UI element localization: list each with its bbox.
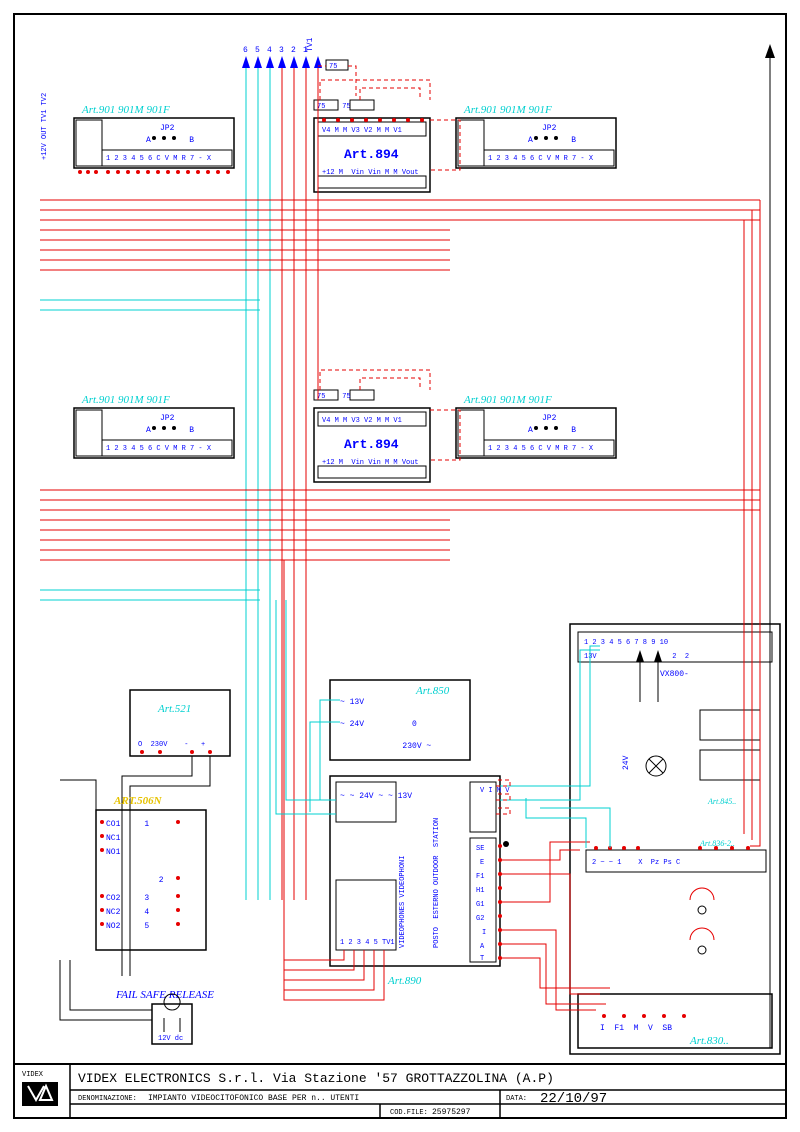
svg-text:Art.830..: Art.830..	[689, 1035, 729, 1047]
schematic-canvas: 6 5 4 3 2 1 TV1 75 Art.901 901M 901F +12…	[0, 0, 800, 1132]
block-art890: Art.890 ~ ~ 24V ~ ~ 13V 1 2 3 4 5 TV1 VI…	[330, 776, 510, 987]
svg-text:I: I	[482, 929, 486, 937]
svg-text:Art.901 901M 901F: Art.901 901M 901F	[81, 394, 170, 406]
svg-text:12V dc: 12V dc	[158, 1035, 183, 1043]
svg-text:13V 2 2: 13V 2 2	[584, 653, 689, 661]
svg-text:Art.845..: Art.845..	[707, 797, 736, 806]
svg-text:2: 2	[106, 876, 164, 885]
svg-text:Art.521: Art.521	[157, 703, 191, 715]
svg-text:VX800-: VX800-	[660, 670, 689, 679]
cyan-wires-outdoor	[500, 646, 610, 848]
svg-text:VIDEOPHONES VIDEOPHONI: VIDEOPHONES VIDEOPHONI	[399, 856, 407, 948]
block-art506n: ART.506N CO1 1 NC1 NO1 2 CO2 3 NC2 4 NO2…	[96, 795, 206, 950]
svg-text:A: A	[480, 943, 485, 951]
svg-text:IMPIANTO VIDEOCITOFONICO BASE: IMPIANTO VIDEOCITOFONICO BASE PER n.. UT…	[148, 1094, 359, 1103]
svg-text:CO1 1: CO1 1	[106, 820, 149, 829]
top-bus: 6 5 4 3 2 1 TV1 75	[242, 37, 356, 96]
svg-text:CO2 3: CO2 3	[106, 894, 149, 903]
svg-text:T: T	[480, 955, 484, 963]
svg-text:1 2 3 4 5 6 C V M R 7 - X: 1 2 3 4 5 6 C V M R 7 - X	[488, 445, 594, 453]
svg-text:E: E	[480, 859, 484, 867]
svg-text:I F1 M V SB: I F1 M V SB	[600, 1024, 672, 1033]
block-videophone-4: Art.901 901M 901F JP2 A B 1 2 3 4 5 6 C …	[456, 394, 616, 458]
block-videophone-3: Art.901 901M 901F JP2 A B 1 2 3 4 5 6 C …	[74, 394, 234, 458]
svg-text:V4 M M V3 V2 M M V1: V4 M M V3 V2 M M V1	[322, 417, 402, 425]
bus-lbl-6: 6	[243, 46, 248, 55]
svg-text:VIDEX: VIDEX	[22, 1071, 44, 1079]
svg-text:O 230V - +: O 230V - +	[138, 741, 205, 749]
svg-text:1 2 3 4 5 TV1: 1 2 3 4 5 TV1	[340, 939, 395, 947]
svg-text:JP2: JP2	[542, 414, 557, 423]
block-videophone-2: Art.901 901M 901F JP2 A B 1 2 3 4 5 6 C …	[456, 104, 616, 168]
svg-text:+12V OUT TV1 TV2: +12V OUT TV1 TV2	[41, 93, 49, 160]
svg-text:G2: G2	[476, 915, 484, 923]
block-art894-top: 75 75 V4 M M V3 V2 M M V1 Art.894 +12 M …	[314, 100, 430, 192]
svg-text:~ 24V 0: ~ 24V 0	[340, 720, 417, 729]
bus-lbl-4: 4	[267, 46, 272, 55]
svg-text:JP2: JP2	[160, 414, 175, 423]
svg-text:V4 M M V3 V2 M M V1: V4 M M V3 V2 M M V1	[322, 127, 402, 135]
block-videophone-1: Art.901 901M 901F +12V OUT TV1 TV2 JP2 A…	[41, 93, 234, 174]
block-art894-bot: 75 75 V4 M M V3 V2 M M V1 Art.894 +12 M …	[314, 390, 430, 482]
svg-text:NC2 4: NC2 4	[106, 908, 149, 917]
svg-text:1 2 3 4 5 6 C V M R 7 - X: 1 2 3 4 5 6 C V M R 7 - X	[106, 445, 212, 453]
svg-text:25975297: 25975297	[432, 1108, 471, 1117]
svg-text:Art.901 901M 901F: Art.901 901M 901F	[81, 104, 170, 116]
svg-text:VIDEX ELECTRONICS S.r.l. Via S: VIDEX ELECTRONICS S.r.l. Via Stazione '5…	[78, 1071, 554, 1086]
svg-text:75 75: 75 75	[317, 103, 351, 111]
svg-text:Art.894: Art.894	[344, 147, 399, 162]
cyan-wires-top	[40, 300, 260, 310]
svg-text:G1: G1	[476, 901, 484, 909]
bus-lbl-5: 5	[255, 46, 260, 55]
svg-text:24V: 24V	[622, 755, 631, 770]
svg-text:F1: F1	[476, 873, 484, 881]
block-vx800: 1 2 3 4 5 6 7 8 9 10 VX800- 13V 2 2 24V …	[570, 624, 780, 1054]
bus-lbl-2: 2	[291, 46, 296, 55]
svg-text:Art.850: Art.850	[415, 685, 450, 697]
red-wires-top	[40, 200, 760, 270]
svg-text:75 75: 75 75	[317, 393, 351, 401]
bus-lbl-tv1: TV1	[306, 37, 315, 52]
cyan-wires-mid	[40, 590, 260, 600]
red-wires-outdoor	[500, 842, 610, 1010]
svg-text:~ ~ 24V ~ ~ 13V: ~ ~ 24V ~ ~ 13V	[340, 792, 412, 801]
svg-text:Art.894: Art.894	[344, 437, 399, 452]
svg-text:2 ~ ~ 1 X Pz Ps C: 2 ~ ~ 1 X Pz Ps C	[592, 859, 680, 867]
svg-text:1 2 3 4 5 6 C V M R 7 - X: 1 2 3 4 5 6 C V M R 7 - X	[106, 155, 212, 163]
svg-text:Art.890: Art.890	[387, 975, 422, 987]
bus-lbl-3: 3	[279, 46, 284, 55]
red-wires-mid	[40, 490, 760, 560]
titleblock: VIDEX VIDEX ELECTRONICS S.r.l. Via Stazi…	[14, 1064, 786, 1118]
svg-text:NC1: NC1	[106, 834, 121, 843]
svg-text:~ 13V: ~ 13V	[340, 698, 364, 707]
bus-res-75: 75	[329, 63, 337, 71]
svg-text:22/10/97: 22/10/97	[540, 1091, 607, 1107]
svg-text:DENOMINAZIONE:: DENOMINAZIONE:	[78, 1095, 137, 1103]
svg-text:1 2 3 4 5 6 C V M R 7 - X: 1 2 3 4 5 6 C V M R 7 - X	[488, 155, 594, 163]
svg-text:DATA:: DATA:	[506, 1095, 527, 1103]
svg-text:ART.506N: ART.506N	[113, 795, 163, 807]
svg-text:NO1: NO1	[106, 848, 121, 857]
svg-text:COD.FILE:: COD.FILE:	[390, 1109, 428, 1117]
svg-text:NO2 5: NO2 5	[106, 922, 149, 931]
svg-text:SE: SE	[476, 845, 484, 853]
svg-text:JP2: JP2	[160, 124, 175, 133]
block-art521: Art.521 O 230V - +	[122, 690, 230, 976]
svg-text:POSTO ESTERNO OUTDOOR STATIO: POSTO ESTERNO OUTDOOR STATION	[433, 818, 441, 948]
red-bus	[282, 68, 318, 900]
svg-text:H1: H1	[476, 887, 484, 895]
cyan-bus	[246, 68, 270, 900]
svg-text:Art.901 901M 901F: Art.901 901M 901F	[463, 394, 552, 406]
svg-text:Art.901 901M 901F: Art.901 901M 901F	[463, 104, 552, 116]
svg-text:JP2: JP2	[542, 124, 557, 133]
svg-text:230V ~: 230V ~	[340, 742, 431, 751]
